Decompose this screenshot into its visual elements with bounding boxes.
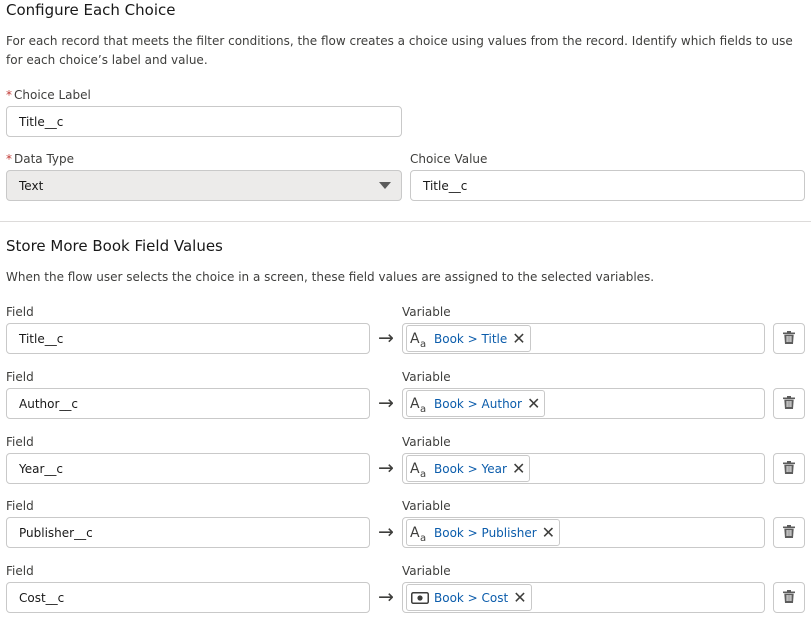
field-label: Field [6, 370, 34, 384]
field-value: Publisher__c [19, 525, 93, 540]
choice-value-input[interactable]: Title__c [410, 170, 805, 201]
field-input[interactable]: Cost__c [6, 582, 370, 613]
variable-input[interactable]: Aa Book > Title ✕ [402, 323, 765, 354]
variable-pill[interactable]: Book > Cost ✕ [406, 584, 532, 611]
choice-label-value: Title__c [19, 114, 64, 129]
variable-label: Variable [402, 305, 451, 319]
remove-icon[interactable]: ✕ [512, 460, 525, 477]
svg-text:A: A [410, 331, 420, 347]
delete-row-button[interactable] [773, 582, 805, 613]
variable-pill-label: Book > Year [434, 461, 507, 476]
required-marker: * [6, 152, 12, 166]
variable-input[interactable]: Aa Book > Author ✕ [402, 388, 765, 419]
configure-description: For each record that meets the filter co… [6, 34, 793, 67]
remove-icon[interactable]: ✕ [527, 395, 540, 412]
variable-input[interactable]: Aa Book > Year ✕ [402, 453, 765, 484]
field-value: Cost__c [19, 590, 65, 605]
text-icon: Aa [410, 460, 430, 478]
data-type-value: Text [19, 178, 44, 193]
variable-label: Variable [402, 499, 451, 513]
variable-pill[interactable]: Aa Book > Publisher ✕ [406, 519, 561, 546]
field-value: Title__c [19, 331, 64, 346]
variable-pill-label: Book > Publisher [434, 525, 537, 540]
data-type-select[interactable]: Text [6, 170, 402, 201]
choice-label-input[interactable]: Title__c [6, 106, 402, 137]
delete-row-button[interactable] [773, 453, 805, 484]
arrow-right-icon: → [378, 521, 394, 543]
field-input[interactable]: Author__c [6, 388, 370, 419]
svg-text:a: a [420, 469, 426, 478]
store-description: When the flow user selects the choice in… [6, 270, 655, 284]
currency-icon [410, 589, 430, 607]
remove-icon[interactable]: ✕ [542, 524, 555, 541]
variable-pill-label: Book > Cost [434, 590, 509, 605]
trash-icon [783, 459, 795, 478]
arrow-right-icon: → [378, 327, 394, 349]
field-value: Year__c [19, 461, 64, 476]
choice-label-label: * Choice Label [6, 88, 91, 102]
svg-text:A: A [410, 396, 420, 412]
arrow-right-icon: → [378, 586, 394, 608]
text-icon: Aa [410, 395, 430, 413]
variable-pill-label: Book > Title [434, 331, 508, 346]
store-title: Store More Book Field Values [6, 237, 223, 255]
field-value: Author__c [19, 396, 78, 411]
field-input[interactable]: Title__c [6, 323, 370, 354]
variable-input[interactable]: Book > Cost ✕ [402, 582, 765, 613]
delete-row-button[interactable] [773, 388, 805, 419]
remove-icon[interactable]: ✕ [513, 589, 526, 606]
delete-row-button[interactable] [773, 517, 805, 548]
svg-text:a: a [420, 404, 426, 413]
variable-label: Variable [402, 564, 451, 578]
field-label: Field [6, 435, 34, 449]
svg-text:a: a [420, 533, 426, 542]
configure-title: Configure Each Choice [6, 1, 176, 19]
field-label: Field [6, 564, 34, 578]
remove-icon[interactable]: ✕ [512, 330, 525, 347]
variable-label: Variable [402, 370, 451, 384]
variable-pill[interactable]: Aa Book > Title ✕ [406, 325, 531, 352]
trash-icon [783, 523, 795, 542]
trash-icon [783, 329, 795, 348]
field-label: Field [6, 305, 34, 319]
arrow-right-icon: → [378, 457, 394, 479]
svg-text:A: A [410, 525, 420, 541]
svg-text:A: A [410, 461, 420, 477]
required-marker: * [6, 88, 12, 102]
data-type-label: * Data Type [6, 152, 75, 166]
svg-text:a: a [420, 339, 426, 348]
variable-input[interactable]: Aa Book > Publisher ✕ [402, 517, 765, 548]
delete-row-button[interactable] [773, 323, 805, 354]
field-input[interactable]: Publisher__c [6, 517, 370, 548]
text-icon: Aa [410, 330, 430, 348]
variable-pill[interactable]: Aa Book > Year ✕ [406, 455, 531, 482]
variable-pill-label: Book > Author [434, 396, 522, 411]
field-input[interactable]: Year__c [6, 453, 370, 484]
text-icon: Aa [410, 524, 430, 542]
trash-icon [783, 394, 795, 413]
choice-value-label: Choice Value [410, 152, 488, 166]
choice-value-value: Title__c [423, 178, 468, 193]
variable-label: Variable [402, 435, 451, 449]
chevron-down-icon [379, 182, 391, 189]
field-label: Field [6, 499, 34, 513]
arrow-right-icon: → [378, 392, 394, 414]
section-divider [0, 221, 811, 222]
trash-icon [783, 588, 795, 607]
variable-pill[interactable]: Aa Book > Author ✕ [406, 390, 546, 417]
